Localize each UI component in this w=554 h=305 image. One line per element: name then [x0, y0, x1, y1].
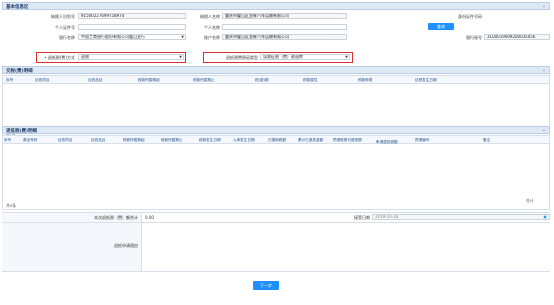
bank-name-label: 银行名称	[59, 35, 75, 40]
refund-amount-value: 0.00	[145, 215, 154, 220]
personal-name-label: 个人名称	[204, 25, 220, 30]
account-no-label: 银行账号	[466, 35, 482, 40]
column-header: 原征号码	[23, 138, 38, 142]
refund-type-label: 退抵税费原因类型	[226, 55, 258, 60]
column-header: 征收项目	[58, 138, 73, 142]
section-title: 基本信息区	[6, 5, 29, 10]
query-button[interactable]: 查询	[428, 23, 454, 30]
column-header: 累计已退抵金额	[298, 138, 324, 142]
column-header: 已缴纳税额	[268, 138, 286, 142]
dropdown-arrow-icon: ▼	[345, 55, 348, 59]
column-header: 预退编号	[415, 138, 430, 142]
column-header: 征税发生日期	[415, 78, 437, 82]
column-header: 征收品目	[88, 78, 103, 82]
calendar-icon[interactable]: ▣	[543, 215, 547, 219]
refund-type-value: 误收征税（费）款退库	[263, 54, 303, 59]
column-header: 备注	[483, 138, 491, 142]
refund-row-count: 共0条	[6, 203, 17, 208]
section-header-payment[interactable]: 交税(费)明细 ⌄	[2, 66, 550, 74]
column-header: 征收品目	[91, 138, 106, 142]
section-header-basic[interactable]: 基本信息区 ⌄	[2, 2, 550, 10]
taxpayer-name-label: 纳税人名称	[200, 14, 220, 19]
column-header: 序号	[4, 138, 12, 142]
refund-method-value: 退税	[81, 54, 89, 59]
column-header: 预退税费可退抵额	[333, 138, 362, 142]
personal-name-input[interactable]	[222, 24, 347, 30]
refund-grid: 序号 原征号码 征收项目 征收品目 税款所属期起 税款所属期止 税款发生日期 入…	[2, 135, 550, 210]
payment-grid-header: 序号 征收项目 征收品目 税款所属期起 税款所属期止 税(费)额 税款属性 税款…	[3, 76, 549, 84]
refund-amount-label: 本次退抵税（费）额合计	[94, 215, 138, 220]
total-label: 合计	[526, 198, 534, 203]
taxpayer-id-label: 纳税人识别号	[51, 14, 75, 19]
personal-id-label: 个人证件号	[55, 25, 75, 30]
refund-grid-header: 序号 原征号码 征收项目 征收品目 税款所属期起 税款所属期止 税款发生日期 入…	[3, 136, 549, 144]
column-header: 税款所属期止	[193, 78, 215, 82]
column-header: 入库发生日期	[233, 138, 255, 142]
section-title: 退抵税(费)明细	[6, 129, 38, 134]
column-header: 税款种类	[358, 78, 373, 82]
taxpayer-name-field: 重庆市璧山区金辉汽车运输有限公司	[222, 13, 347, 19]
account-no-field: 3100019009200035056	[484, 34, 550, 40]
accept-date-field: 2019-10-28 ▣	[372, 214, 550, 220]
account-name-field: 重庆市璧山区金辉汽车运输有限公司	[222, 34, 347, 40]
refund-method-select[interactable]: 退税 ▼	[78, 54, 184, 60]
account-name-label: 账户名称	[204, 35, 220, 40]
refund-reason-label: 退抵申请理由	[114, 243, 138, 248]
required-icon: •	[44, 55, 47, 60]
next-step-button[interactable]: 下一步	[253, 281, 279, 290]
column-header: 税款所属期起	[123, 138, 145, 142]
dropdown-arrow-icon: ▼	[179, 55, 182, 59]
refund-reason-textarea[interactable]	[143, 224, 549, 270]
accept-date-label: 接受日期	[354, 215, 370, 220]
column-header: 税款发生日期	[199, 138, 221, 142]
column-header: 征收项目	[35, 78, 50, 82]
refund-type-select[interactable]: 误收征税（费）款退库 ▼	[260, 54, 350, 60]
chevron-down-icon[interactable]: ⌄	[542, 127, 546, 133]
refund-method-label: •退抵税(费)方式	[44, 55, 75, 60]
column-header: 税款属性	[303, 78, 318, 82]
id-type-label: 身份证件号码	[458, 14, 482, 19]
section-title: 交税(费)明细	[6, 69, 33, 74]
chevron-down-icon[interactable]: ⌄	[542, 3, 546, 9]
bank-name-value: 中国工商银行股份有限公司璧山支行	[81, 34, 145, 39]
column-header: 序号	[6, 78, 14, 82]
chevron-down-icon[interactable]: ⌄	[542, 67, 546, 73]
column-header: 税款所属期起	[138, 78, 160, 82]
column-header: 税(费)额	[255, 78, 269, 82]
section-header-refund[interactable]: 退抵税(费)明细 ⌄	[2, 126, 550, 134]
column-header: 税款所属期止	[161, 138, 183, 142]
